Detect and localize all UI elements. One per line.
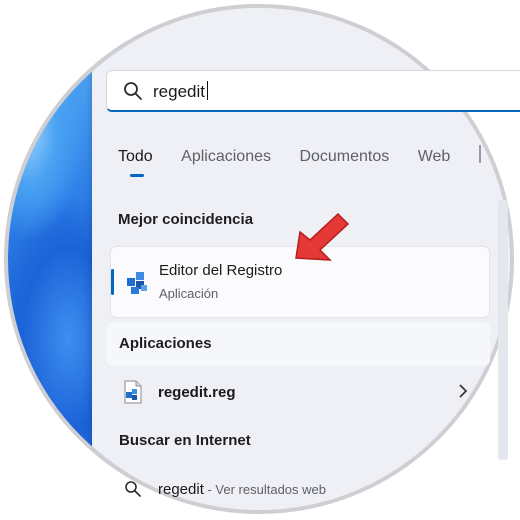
text-caret	[206, 81, 208, 100]
internet-section-header: Buscar en Internet	[119, 432, 251, 449]
app-result-regedit-reg[interactable]: regedit.reg	[110, 376, 490, 410]
app-result-label: regedit.reg	[158, 384, 236, 401]
chevron-right-icon[interactable]	[456, 382, 470, 400]
search-icon	[124, 82, 142, 100]
tab-aplicaciones[interactable]: Aplicaciones	[181, 148, 271, 166]
web-result-sublabel: - Ver resultados web	[203, 482, 326, 497]
tab-documentos[interactable]: Documentos	[299, 148, 389, 166]
selection-indicator	[111, 269, 114, 295]
registry-file-icon	[124, 380, 142, 404]
web-result-label: regedit - Ver resultados web	[158, 481, 326, 498]
tab-web[interactable]: Web	[418, 148, 451, 166]
web-result-regedit[interactable]: regedit - Ver resultados web	[110, 476, 490, 504]
filter-tabs: Todo Aplicaciones Documentos Web	[118, 145, 481, 177]
scrollbar-track[interactable]	[498, 200, 508, 460]
apps-section-header: Aplicaciones	[106, 322, 490, 366]
best-match-header: Mejor coincidencia	[118, 211, 254, 228]
search-icon	[125, 481, 141, 497]
search-input[interactable]: regedit	[106, 70, 520, 112]
red-pointer-arrow-icon	[295, 212, 350, 261]
active-tab-indicator	[130, 174, 144, 177]
tab-todo[interactable]: Todo	[118, 148, 153, 177]
best-match-subtitle: Aplicación	[159, 286, 219, 301]
registry-editor-icon	[127, 272, 147, 294]
tab-overflow-edge	[478, 145, 481, 163]
search-query-text: regedit	[153, 81, 208, 102]
best-match-title: Editor del Registro	[159, 262, 283, 279]
